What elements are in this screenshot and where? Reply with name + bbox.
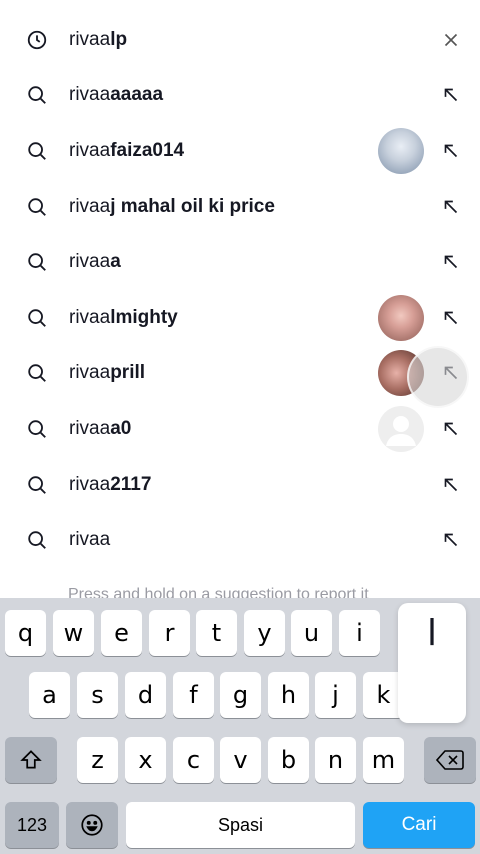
search-icon (28, 86, 46, 105)
key-v[interactable]: v (220, 737, 261, 783)
close-icon[interactable] (440, 29, 462, 51)
suggestion-text: rivaafaiza014 (69, 139, 185, 161)
suggestion-item[interactable]: rivaa (0, 512, 480, 568)
key-t[interactable]: t (196, 610, 237, 656)
key-y[interactable]: y (244, 610, 285, 656)
search-icon (28, 253, 46, 272)
suggestion-text: rivaaj mahal oil ki price (69, 195, 275, 217)
numbers-key[interactable]: 123 (5, 802, 59, 848)
arrow-up-left-icon[interactable] (440, 418, 462, 440)
profile-thumbnail (378, 294, 424, 341)
arrow-up-left-icon[interactable] (440, 474, 462, 496)
suggestion-text: rivaalp (69, 28, 128, 50)
arrow-up-left-icon[interactable] (440, 251, 462, 273)
key-g[interactable]: g (220, 672, 261, 718)
key-i[interactable]: i (339, 610, 380, 656)
arrow-up-left-icon[interactable] (440, 307, 462, 329)
search-icon (28, 475, 46, 494)
suggestion-item[interactable]: rivaaa0 (0, 401, 480, 457)
key-a[interactable]: a (29, 672, 70, 718)
arrow-up-left-icon[interactable] (440, 529, 462, 551)
search-key[interactable]: Cari (363, 802, 475, 848)
backspace-icon (436, 750, 464, 770)
key-q[interactable]: q (5, 610, 46, 656)
search-icon (28, 531, 46, 550)
search-icon (28, 364, 46, 383)
suggestion-text: rivaaa (69, 251, 121, 273)
space-key[interactable]: Spasi (126, 802, 355, 848)
suggestion-list: rivaalp rivaaaaaaa rivaafaiza014 rivaaj … (0, 12, 480, 568)
search-icon (28, 142, 46, 160)
key-s[interactable]: s (77, 672, 118, 718)
arrow-up-left-icon[interactable] (440, 196, 462, 218)
key-popup: l (398, 603, 466, 723)
key-f[interactable]: f (173, 672, 214, 718)
suggestion-item[interactable]: rivaalmighty (0, 290, 480, 346)
person-icon (386, 415, 416, 446)
key-w[interactable]: w (53, 610, 94, 656)
key-z[interactable]: z (77, 737, 118, 783)
search-icon (28, 309, 46, 327)
arrow-up-left-icon[interactable] (440, 84, 462, 106)
suggestion-item[interactable]: rivaaj mahal oil ki price (0, 179, 480, 235)
suggestion-text: rivaalmighty (69, 306, 178, 328)
key-x[interactable]: x (125, 737, 166, 783)
clock-icon (27, 30, 47, 49)
touch-indicator (407, 346, 469, 408)
backspace-key[interactable] (424, 737, 476, 783)
suggestion-history-item[interactable]: rivaalp (0, 12, 480, 68)
key-u[interactable]: u (291, 610, 332, 656)
suggestion-item[interactable]: rivaaaaaaa (0, 68, 480, 124)
suggestion-text: rivaaaaaaa (69, 84, 164, 106)
suggestion-text: rivaa (69, 529, 111, 551)
suggestion-text: rivaaprill (69, 362, 146, 384)
suggestion-text: rivaaa0 (69, 417, 132, 439)
key-e[interactable]: e (101, 610, 142, 656)
search-icon (28, 197, 46, 216)
shift-key[interactable] (5, 737, 57, 783)
key-n[interactable]: n (315, 737, 356, 783)
suggestion-item[interactable]: rivaaa (0, 234, 480, 290)
key-d[interactable]: d (125, 672, 166, 718)
default-avatar (378, 405, 424, 452)
suggestion-item[interactable]: rivaa2117 (0, 457, 480, 513)
key-c[interactable]: c (173, 737, 214, 783)
emoji-key[interactable] (66, 802, 118, 848)
suggestion-item[interactable]: rivaafaiza014 (0, 123, 480, 179)
key-h[interactable]: h (268, 672, 309, 718)
profile-thumbnail (378, 127, 424, 174)
search-icon (28, 420, 46, 438)
emoji-icon (81, 814, 103, 836)
key-j[interactable]: j (315, 672, 356, 718)
key-r[interactable]: r (149, 610, 190, 656)
shift-icon (20, 750, 42, 769)
arrow-up-left-icon[interactable] (440, 140, 462, 162)
key-m[interactable]: m (363, 737, 404, 783)
key-b[interactable]: b (268, 737, 309, 783)
suggestion-text: rivaa2117 (69, 473, 152, 495)
